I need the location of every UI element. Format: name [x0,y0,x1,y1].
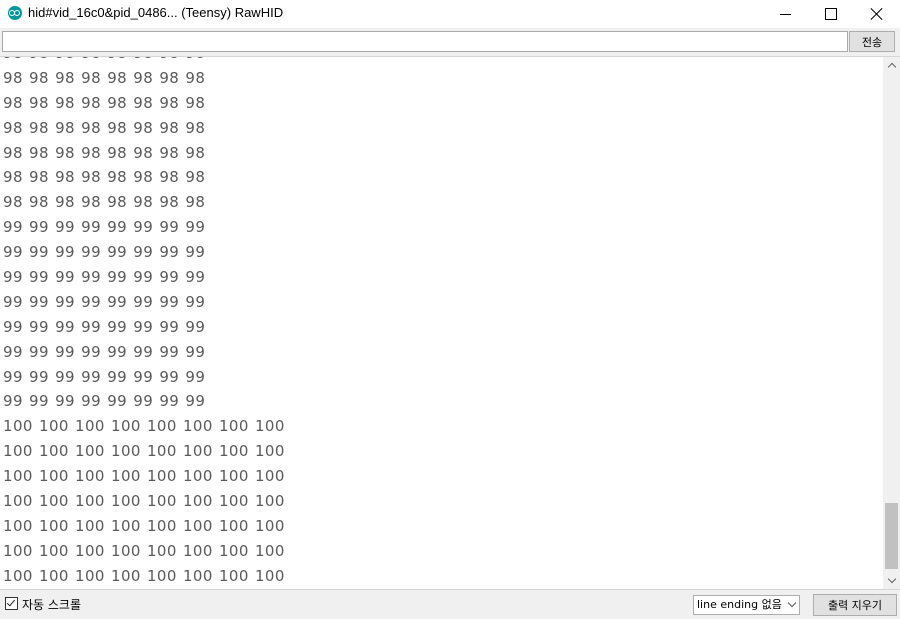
autoscroll-checkbox[interactable] [5,597,18,610]
maximize-button[interactable] [808,0,854,28]
output-line: 99 99 99 99 99 99 99 99 [3,392,206,411]
output-line: 99 99 99 99 99 99 99 99 [3,317,206,336]
chevron-up-icon [887,62,896,72]
window-title: hid#vid_16c0&pid_0486... (Teensy) RawHID [28,5,284,20]
output-line: 99 99 99 99 99 99 99 99 [3,243,206,262]
output-line: 99 99 99 99 99 99 99 99 [3,268,206,287]
chevron-down-icon [887,574,896,584]
chevron-down-icon [787,598,797,608]
send-button[interactable]: 전송 [849,31,895,52]
clear-output-button[interactable]: 출력 지우기 [813,594,897,616]
output-line: 100 100 100 100 100 100 100 100 [3,442,285,461]
arduino-logo-icon [8,6,22,20]
output-line: 99 99 99 99 99 99 99 99 [3,292,206,311]
output-line: 98 98 98 98 98 98 98 98 [3,168,206,187]
output-line: 98 98 98 98 98 98 98 98 [3,57,285,66]
vertical-scrollbar[interactable] [883,57,900,589]
title-bar: hid#vid_16c0&pid_0486... (Teensy) RawHID [0,0,900,28]
output-line: 98 98 98 98 98 98 98 98 [3,143,206,162]
minimize-button[interactable] [762,0,808,28]
scroll-thumb[interactable] [885,503,898,569]
output-line: 99 99 99 99 99 99 99 99 [3,218,206,237]
serial-output[interactable]: 98 98 98 98 98 98 98 98 98 98 98 98 98 9… [0,57,883,589]
autoscroll-label[interactable]: 자동 스크롤 [22,596,81,613]
output-lines: 98 98 98 98 98 98 98 98 98 98 98 98 98 9… [3,57,285,589]
output-line: 100 100 100 100 100 100 100 100 [3,492,285,511]
send-input[interactable] [2,31,848,52]
scroll-up-button[interactable] [883,57,900,74]
maximize-icon [825,8,837,20]
serial-monitor-window: hid#vid_16c0&pid_0486... (Teensy) RawHID… [0,0,900,619]
output-line: 100 100 100 100 100 100 100 100 [3,467,285,486]
scroll-down-button[interactable] [883,572,900,589]
send-toolbar: 전송 [0,28,900,57]
close-button[interactable] [854,0,900,28]
output-line: 100 100 100 100 100 100 100 100 [3,541,285,560]
output-line: 98 98 98 98 98 98 98 98 [3,68,206,87]
output-line: 100 100 100 100 100 100 100 100 [3,566,285,585]
status-bar: 자동 스크롤 line ending 없음 출력 지우기 [0,589,900,619]
output-line: 98 98 98 98 98 98 98 98 [3,118,206,137]
minimize-icon [779,13,791,15]
output-line: 98 98 98 98 98 98 98 98 [3,93,206,112]
output-line: 100 100 100 100 100 100 100 100 [3,417,285,436]
output-line: 98 98 98 98 98 98 98 98 [3,193,206,212]
line-ending-value: line ending 없음 [697,598,782,611]
output-line: 100 100 100 100 100 100 100 100 [3,516,285,535]
output-line: 99 99 99 99 99 99 99 99 [3,342,206,361]
close-icon [871,8,883,20]
output-line: 99 99 99 99 99 99 99 99 [3,367,206,386]
line-ending-select[interactable]: line ending 없음 [693,595,800,615]
